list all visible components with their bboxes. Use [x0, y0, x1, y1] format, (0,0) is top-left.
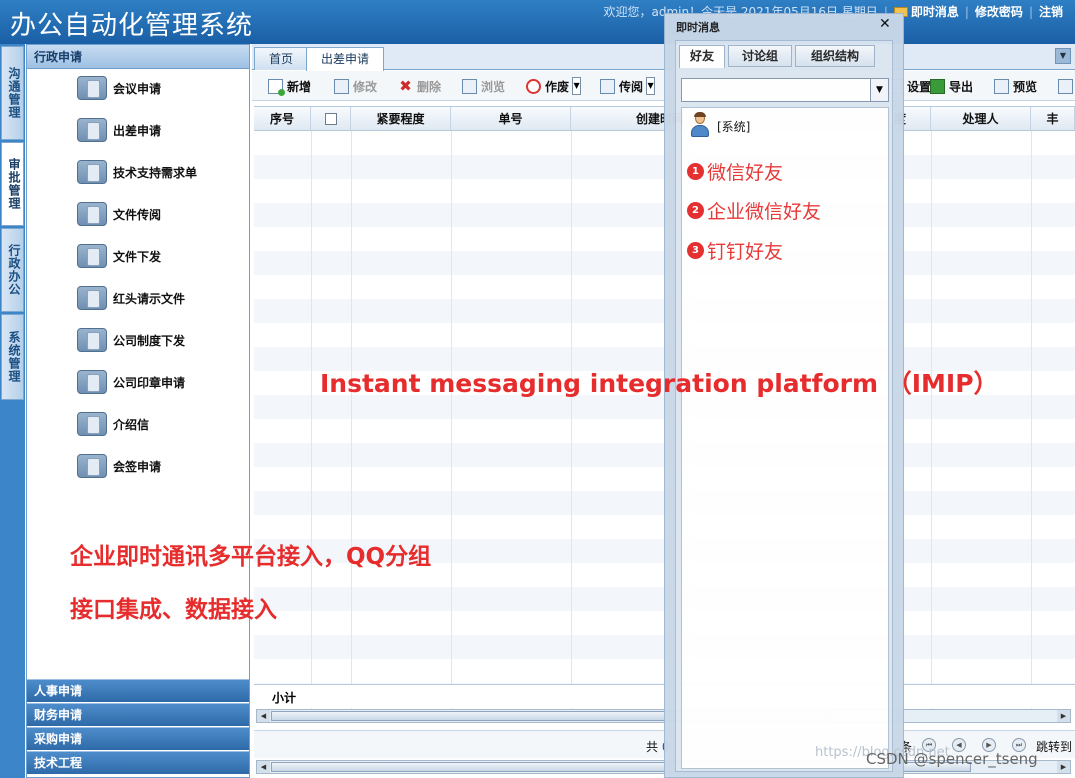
folder-document-icon	[77, 370, 107, 394]
tab-home[interactable]: 首页	[254, 47, 309, 70]
im-friend-wechat[interactable]: 1 微信好友	[687, 158, 783, 185]
select-all-checkbox[interactable]	[324, 113, 337, 125]
folder-document-icon	[77, 202, 107, 226]
print-icon	[1058, 78, 1073, 94]
module-tabs: 沟通管理 审批管理 行政办公 系统管理	[0, 44, 25, 778]
void-button[interactable]: 作废 ▼	[526, 77, 582, 95]
col-header-index[interactable]: 序号	[254, 107, 311, 131]
delete-button[interactable]: ✖ 删除	[398, 77, 441, 95]
close-icon[interactable]: ✕	[879, 16, 891, 32]
menu-item-seal-request[interactable]: 公司印章申请	[77, 368, 185, 396]
col-header-urgency[interactable]: 紧要程度	[351, 107, 451, 131]
vtab-system[interactable]: 系统管理	[1, 314, 24, 400]
category-purchase[interactable]: 采购申请	[27, 727, 249, 750]
edit-icon	[334, 78, 349, 94]
void-dropdown-arrow[interactable]: ▼	[572, 77, 582, 95]
im-system-user[interactable]: [系统]	[717, 118, 750, 135]
chevron-down-icon[interactable]: ▼	[870, 79, 888, 101]
logout-link[interactable]: 注销	[1039, 5, 1063, 19]
column-separator	[351, 131, 352, 710]
im-panel-title: 即时消息	[676, 21, 720, 34]
tab-dropdown-button[interactable]: ▼	[1055, 48, 1071, 64]
folder-document-icon	[77, 412, 107, 436]
col-header-more[interactable]: 丰	[1031, 107, 1075, 131]
delete-icon: ✖	[399, 76, 412, 95]
folder-document-icon	[77, 328, 107, 352]
add-document-icon	[268, 78, 285, 96]
im-tab-friends[interactable]: 好友	[679, 45, 725, 68]
column-separator	[571, 131, 572, 710]
im-tab-organization[interactable]: 组织结构	[795, 45, 875, 67]
menu-item-countersign[interactable]: 会签申请	[77, 452, 161, 480]
instant-message-link[interactable]: 即时消息	[911, 5, 959, 19]
tab-business-trip[interactable]: 出差申请	[306, 47, 385, 71]
left-menu-panel: 行政申请 会议申请 出差申请 技术支持需求单 文件传阅 文件下发 红头请示文件 …	[26, 44, 250, 778]
scroll-left-arrow[interactable]: ◀	[257, 710, 270, 722]
vtab-approval[interactable]: 审批管理	[1, 142, 24, 226]
col-header-select[interactable]	[311, 107, 351, 131]
circulate-dropdown-arrow[interactable]: ▼	[646, 77, 656, 95]
view-button[interactable]: 浏览	[462, 77, 505, 95]
app-title: 办公自动化管理系统	[10, 11, 254, 41]
vtab-admin-office[interactable]: 行政办公	[1, 228, 24, 312]
folder-document-icon	[77, 160, 107, 184]
menu-item-policy-dispatch[interactable]: 公司制度下发	[77, 326, 185, 354]
category-hr[interactable]: 人事申请	[27, 679, 249, 702]
im-search-input[interactable]: ▼	[681, 78, 889, 102]
number-badge: 1	[687, 163, 704, 180]
category-engineering[interactable]: 技术工程	[27, 751, 249, 774]
scroll-right-arrow[interactable]: ▶	[1057, 710, 1070, 722]
void-icon	[526, 78, 541, 94]
menu-item-red-header-request[interactable]: 红头请示文件	[77, 284, 185, 312]
category-finance[interactable]: 财务申请	[27, 703, 249, 726]
view-icon	[462, 78, 477, 94]
im-friend-dingtalk[interactable]: 3 钉钉好友	[687, 237, 783, 264]
number-badge: 3	[687, 242, 704, 259]
annotation-integration: 接口集成、数据接入	[70, 597, 277, 623]
im-tab-discussion[interactable]: 讨论组	[728, 45, 792, 67]
export-excel-icon	[930, 78, 945, 94]
menu-item-introduction-letter[interactable]: 介绍信	[77, 410, 149, 438]
folder-document-icon	[77, 76, 107, 100]
subtotal-label: 小计	[272, 691, 297, 705]
circulate-button[interactable]: 传阅 ▼	[600, 77, 656, 95]
annotation-imip: Instant messaging integration platform （…	[320, 369, 999, 398]
column-separator	[931, 131, 932, 710]
column-separator	[1031, 131, 1032, 710]
im-panel-body: 好友 讨论组 组织结构 ▼ [系统] 1 微信好友 2 企业微信好友 3 钉钉好友	[675, 40, 893, 772]
menu-item-file-dispatch[interactable]: 文件下发	[77, 242, 161, 270]
preview-icon	[994, 78, 1009, 94]
annotation-multi-platform: 企业即时通讯多平台接入，QQ分组	[70, 544, 432, 570]
panel-title[interactable]: 行政申请	[27, 45, 249, 69]
number-badge: 2	[687, 202, 704, 219]
change-password-link[interactable]: 修改密码	[975, 5, 1023, 19]
folder-document-icon	[77, 244, 107, 268]
menu-item-meeting[interactable]: 会议申请	[77, 74, 161, 102]
menu-item-tech-support[interactable]: 技术支持需求单	[77, 158, 197, 186]
column-separator	[451, 131, 452, 710]
pager-goto[interactable]: 跳转到	[1036, 738, 1072, 755]
im-friend-wecom[interactable]: 2 企业微信好友	[687, 197, 821, 224]
im-friend-list: [系统] 1 微信好友 2 企业微信好友 3 钉钉好友	[681, 107, 889, 769]
user-avatar-icon	[689, 112, 711, 138]
menu-item-file-circulation[interactable]: 文件传阅	[77, 200, 161, 228]
folder-document-icon	[77, 454, 107, 478]
app-header: 办公自动化管理系统 欢迎您，admin！今天是 2021年05月16日 星期日 |…	[0, 0, 1075, 44]
folder-document-icon	[77, 286, 107, 310]
print-button[interactable]	[1058, 77, 1075, 95]
column-separator	[311, 131, 312, 710]
col-header-handler[interactable]: 处理人	[931, 107, 1031, 131]
csdn-watermark: CSDN @spencer_tseng	[866, 750, 1038, 768]
edit-button[interactable]: 修改	[334, 77, 377, 95]
scroll-left-arrow[interactable]: ◀	[257, 761, 270, 773]
vtab-communication[interactable]: 沟通管理	[1, 46, 24, 140]
add-button[interactable]: 新增	[268, 77, 311, 96]
col-header-number[interactable]: 单号	[451, 107, 571, 131]
scroll-right-arrow[interactable]: ▶	[1057, 761, 1070, 773]
preview-button[interactable]: 预览	[994, 77, 1037, 95]
menu-item-business-trip[interactable]: 出差申请	[77, 116, 161, 144]
export-button[interactable]: 导出	[930, 77, 973, 95]
folder-document-icon	[77, 118, 107, 142]
circulate-icon	[600, 78, 615, 94]
